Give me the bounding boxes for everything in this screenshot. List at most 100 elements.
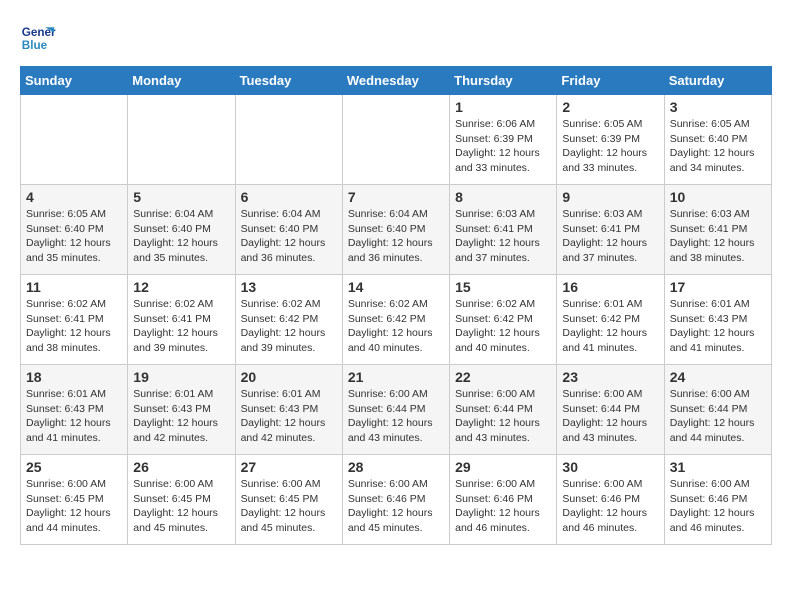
calendar-cell: 18 Sunrise: 6:01 AM Sunset: 6:43 PM Dayli… bbox=[21, 365, 128, 455]
day-number: 18 bbox=[26, 369, 122, 385]
calendar-week-1: 1Sunrise: 6:06 AM Sunset: 6:39 PM Daylig… bbox=[21, 95, 772, 185]
day-info: Sunrise: 6:02 AM Sunset: 6:42 PM Dayligh… bbox=[455, 297, 551, 356]
calendar-cell: 28 Sunrise: 6:00 AM Sunset: 6:46 PM Dayli… bbox=[342, 455, 449, 545]
calendar-cell: 1Sunrise: 6:06 AM Sunset: 6:39 PM Daylig… bbox=[450, 95, 557, 185]
day-info: Sunrise: 6:00 AM Sunset: 6:44 PM Dayligh… bbox=[455, 387, 551, 446]
calendar-header-row: SundayMondayTuesdayWednesdayThursdayFrid… bbox=[21, 67, 772, 95]
day-info: Sunrise: 6:03 AM Sunset: 6:41 PM Dayligh… bbox=[670, 207, 766, 266]
day-number: 30 bbox=[562, 459, 658, 475]
calendar-cell: 17 Sunrise: 6:01 AM Sunset: 6:43 PM Dayli… bbox=[664, 275, 771, 365]
calendar-cell: 5 Sunrise: 6:04 AM Sunset: 6:40 PM Daylig… bbox=[128, 185, 235, 275]
day-number: 14 bbox=[348, 279, 444, 295]
header: General Blue bbox=[20, 20, 772, 56]
calendar-week-4: 18 Sunrise: 6:01 AM Sunset: 6:43 PM Dayli… bbox=[21, 365, 772, 455]
day-number: 17 bbox=[670, 279, 766, 295]
day-number: 31 bbox=[670, 459, 766, 475]
day-number: 19 bbox=[133, 369, 229, 385]
day-info: Sunrise: 6:02 AM Sunset: 6:41 PM Dayligh… bbox=[26, 297, 122, 356]
calendar-cell: 9 Sunrise: 6:03 AM Sunset: 6:41 PM Daylig… bbox=[557, 185, 664, 275]
day-number: 9 bbox=[562, 189, 658, 205]
day-info: Sunrise: 6:01 AM Sunset: 6:43 PM Dayligh… bbox=[241, 387, 337, 446]
calendar-cell: 25 Sunrise: 6:00 AM Sunset: 6:45 PM Dayli… bbox=[21, 455, 128, 545]
calendar-cell: 19Sunrise: 6:01 AM Sunset: 6:43 PM Dayli… bbox=[128, 365, 235, 455]
day-info: Sunrise: 6:00 AM Sunset: 6:45 PM Dayligh… bbox=[241, 477, 337, 536]
day-info: Sunrise: 6:03 AM Sunset: 6:41 PM Dayligh… bbox=[562, 207, 658, 266]
logo-icon: General Blue bbox=[20, 20, 56, 56]
day-number: 24 bbox=[670, 369, 766, 385]
calendar-cell: 6 Sunrise: 6:04 AM Sunset: 6:40 PM Daylig… bbox=[235, 185, 342, 275]
day-info: Sunrise: 6:00 AM Sunset: 6:45 PM Dayligh… bbox=[26, 477, 122, 536]
day-number: 13 bbox=[241, 279, 337, 295]
calendar-header-sunday: Sunday bbox=[21, 67, 128, 95]
day-number: 16 bbox=[562, 279, 658, 295]
calendar-cell bbox=[342, 95, 449, 185]
calendar-week-5: 25 Sunrise: 6:00 AM Sunset: 6:45 PM Dayli… bbox=[21, 455, 772, 545]
day-info: Sunrise: 6:01 AM Sunset: 6:42 PM Dayligh… bbox=[562, 297, 658, 356]
calendar-cell: 11 Sunrise: 6:02 AM Sunset: 6:41 PM Dayli… bbox=[21, 275, 128, 365]
day-info: Sunrise: 6:02 AM Sunset: 6:42 PM Dayligh… bbox=[348, 297, 444, 356]
day-info: Sunrise: 6:01 AM Sunset: 6:43 PM Dayligh… bbox=[670, 297, 766, 356]
day-info: Sunrise: 6:04 AM Sunset: 6:40 PM Dayligh… bbox=[348, 207, 444, 266]
day-number: 12 bbox=[133, 279, 229, 295]
calendar-header-monday: Monday bbox=[128, 67, 235, 95]
day-number: 23 bbox=[562, 369, 658, 385]
day-info: Sunrise: 6:06 AM Sunset: 6:39 PM Dayligh… bbox=[455, 117, 551, 176]
day-number: 3 bbox=[670, 99, 766, 115]
calendar-cell: 13 Sunrise: 6:02 AM Sunset: 6:42 PM Dayli… bbox=[235, 275, 342, 365]
day-number: 22 bbox=[455, 369, 551, 385]
day-info: Sunrise: 6:04 AM Sunset: 6:40 PM Dayligh… bbox=[241, 207, 337, 266]
calendar-body: 1Sunrise: 6:06 AM Sunset: 6:39 PM Daylig… bbox=[21, 95, 772, 545]
calendar-table: SundayMondayTuesdayWednesdayThursdayFrid… bbox=[20, 66, 772, 545]
day-info: Sunrise: 6:01 AM Sunset: 6:43 PM Dayligh… bbox=[26, 387, 122, 446]
day-info: Sunrise: 6:02 AM Sunset: 6:41 PM Dayligh… bbox=[133, 297, 229, 356]
svg-text:Blue: Blue bbox=[22, 39, 48, 52]
day-number: 8 bbox=[455, 189, 551, 205]
calendar-cell: 4Sunrise: 6:05 AM Sunset: 6:40 PM Daylig… bbox=[21, 185, 128, 275]
calendar-header-friday: Friday bbox=[557, 67, 664, 95]
day-info: Sunrise: 6:00 AM Sunset: 6:46 PM Dayligh… bbox=[670, 477, 766, 536]
day-number: 28 bbox=[348, 459, 444, 475]
day-info: Sunrise: 6:00 AM Sunset: 6:46 PM Dayligh… bbox=[562, 477, 658, 536]
day-info: Sunrise: 6:05 AM Sunset: 6:39 PM Dayligh… bbox=[562, 117, 658, 176]
calendar-cell: 12 Sunrise: 6:02 AM Sunset: 6:41 PM Dayli… bbox=[128, 275, 235, 365]
day-number: 29 bbox=[455, 459, 551, 475]
day-number: 25 bbox=[26, 459, 122, 475]
day-number: 27 bbox=[241, 459, 337, 475]
day-number: 11 bbox=[26, 279, 122, 295]
calendar-cell: 7 Sunrise: 6:04 AM Sunset: 6:40 PM Daylig… bbox=[342, 185, 449, 275]
day-info: Sunrise: 6:00 AM Sunset: 6:46 PM Dayligh… bbox=[348, 477, 444, 536]
day-number: 20 bbox=[241, 369, 337, 385]
day-info: Sunrise: 6:05 AM Sunset: 6:40 PM Dayligh… bbox=[26, 207, 122, 266]
day-number: 2 bbox=[562, 99, 658, 115]
calendar-cell: 26 Sunrise: 6:00 AM Sunset: 6:45 PM Dayli… bbox=[128, 455, 235, 545]
calendar-cell bbox=[21, 95, 128, 185]
calendar-cell: 2 Sunrise: 6:05 AM Sunset: 6:39 PM Daylig… bbox=[557, 95, 664, 185]
calendar-cell: 27 Sunrise: 6:00 AM Sunset: 6:45 PM Dayli… bbox=[235, 455, 342, 545]
day-info: Sunrise: 6:04 AM Sunset: 6:40 PM Dayligh… bbox=[133, 207, 229, 266]
day-number: 6 bbox=[241, 189, 337, 205]
calendar-header-saturday: Saturday bbox=[664, 67, 771, 95]
day-info: Sunrise: 6:03 AM Sunset: 6:41 PM Dayligh… bbox=[455, 207, 551, 266]
calendar-cell: 29 Sunrise: 6:00 AM Sunset: 6:46 PM Dayli… bbox=[450, 455, 557, 545]
day-info: Sunrise: 6:00 AM Sunset: 6:44 PM Dayligh… bbox=[670, 387, 766, 446]
calendar-cell: 21Sunrise: 6:00 AM Sunset: 6:44 PM Dayli… bbox=[342, 365, 449, 455]
calendar-cell: 30 Sunrise: 6:00 AM Sunset: 6:46 PM Dayli… bbox=[557, 455, 664, 545]
day-info: Sunrise: 6:05 AM Sunset: 6:40 PM Dayligh… bbox=[670, 117, 766, 176]
day-number: 7 bbox=[348, 189, 444, 205]
day-number: 26 bbox=[133, 459, 229, 475]
calendar-cell bbox=[128, 95, 235, 185]
calendar-cell: 20 Sunrise: 6:01 AM Sunset: 6:43 PM Dayli… bbox=[235, 365, 342, 455]
calendar-header-thursday: Thursday bbox=[450, 67, 557, 95]
calendar-cell: 16 Sunrise: 6:01 AM Sunset: 6:42 PM Dayli… bbox=[557, 275, 664, 365]
calendar-week-2: 4Sunrise: 6:05 AM Sunset: 6:40 PM Daylig… bbox=[21, 185, 772, 275]
calendar-cell: 24 Sunrise: 6:00 AM Sunset: 6:44 PM Dayli… bbox=[664, 365, 771, 455]
calendar-cell bbox=[235, 95, 342, 185]
day-number: 5 bbox=[133, 189, 229, 205]
calendar-cell: 8 Sunrise: 6:03 AM Sunset: 6:41 PM Daylig… bbox=[450, 185, 557, 275]
day-info: Sunrise: 6:02 AM Sunset: 6:42 PM Dayligh… bbox=[241, 297, 337, 356]
day-info: Sunrise: 6:00 AM Sunset: 6:46 PM Dayligh… bbox=[455, 477, 551, 536]
logo: General Blue bbox=[20, 20, 60, 56]
calendar-cell: 14 Sunrise: 6:02 AM Sunset: 6:42 PM Dayli… bbox=[342, 275, 449, 365]
day-info: Sunrise: 6:00 AM Sunset: 6:45 PM Dayligh… bbox=[133, 477, 229, 536]
calendar-header-tuesday: Tuesday bbox=[235, 67, 342, 95]
